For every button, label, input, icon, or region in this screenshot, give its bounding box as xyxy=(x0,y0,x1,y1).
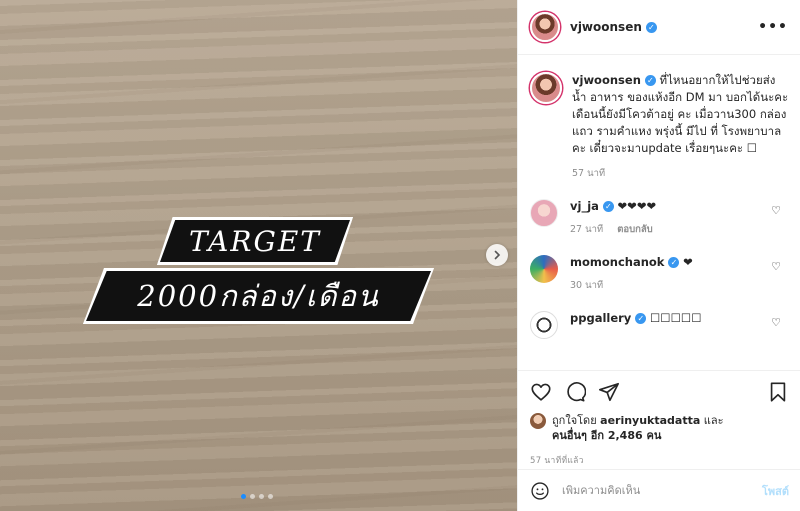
post-comment-button[interactable]: โพสต์ xyxy=(762,482,789,500)
post-actions: ถูกใจโดย aerinyuktadatta และ คนอื่นๆ อีก… xyxy=(518,370,800,467)
author-avatar[interactable] xyxy=(530,12,560,42)
carousel-dot xyxy=(268,494,273,499)
liker-avatar[interactable] xyxy=(530,413,546,429)
comments-list[interactable]: vjwoonsen ✓ ที่ไหนอยากให้ไปช่วยส่ง น้ำ อา… xyxy=(518,56,800,370)
add-comment-bar: โพสต์ xyxy=(518,469,800,511)
post-header: vjwoonsen ✓ ••• xyxy=(518,0,800,55)
liked-by-and: และ xyxy=(703,414,724,427)
comment-item: ppgallery ✓ ☐☐☐☐☐ ♡ xyxy=(530,310,789,339)
like-comment-heart-icon[interactable]: ♡ xyxy=(771,316,781,329)
comment-icon[interactable] xyxy=(564,381,586,403)
commenter-username[interactable]: ppgallery xyxy=(570,311,631,325)
banner-goal: 2000กล่อง/เดือน xyxy=(86,271,431,321)
carousel-indicator xyxy=(241,494,273,499)
comment-text: ☐☐☐☐☐ xyxy=(649,311,702,325)
verified-badge-icon: ✓ xyxy=(668,257,680,268)
likes-summary: ถูกใจโดย aerinyuktadatta และ คนอื่นๆ อีก… xyxy=(530,413,789,443)
commenter-avatar[interactable] xyxy=(530,255,558,283)
carousel-dot xyxy=(250,494,255,499)
commenter-avatar[interactable] xyxy=(530,199,558,227)
comment-item: vj_ja ✓ ❤❤❤❤ 27 นาที ตอบกลับ ♡ xyxy=(530,198,789,238)
comment-time: 30 นาที xyxy=(570,280,604,291)
like-comment-heart-icon[interactable]: ♡ xyxy=(771,260,781,273)
comment-time: 27 นาที xyxy=(570,224,604,235)
next-slide-button[interactable] xyxy=(486,244,508,266)
share-icon[interactable] xyxy=(598,381,620,403)
caption-username[interactable]: vjwoonsen xyxy=(572,73,641,87)
more-options-button[interactable]: ••• xyxy=(758,19,788,35)
verified-badge-icon: ✓ xyxy=(602,201,614,212)
comment-input[interactable] xyxy=(562,484,762,497)
banner-target: TARGET xyxy=(160,220,350,262)
comment-text: ❤❤❤❤ xyxy=(617,199,657,213)
comment-item: momonchanok ✓ ❤ 30 นาที ♡ xyxy=(530,254,789,294)
reply-button[interactable]: ตอบกลับ xyxy=(617,222,653,238)
author-username[interactable]: vjwoonsen xyxy=(570,20,642,34)
comment-text: ❤ xyxy=(683,255,693,269)
liked-by-prefix: ถูกใจโดย xyxy=(552,414,597,427)
verified-badge-icon: ✓ xyxy=(645,21,657,33)
post-image[interactable]: TARGET 2000กล่อง/เดือน xyxy=(0,0,517,511)
commenter-username[interactable]: vj_ja xyxy=(570,199,599,213)
carousel-dot-active xyxy=(241,494,246,499)
others-count-link[interactable]: คนอื่นๆ อีก 2,486 คน xyxy=(552,429,661,442)
liker-username[interactable]: aerinyuktadatta xyxy=(600,414,700,427)
like-comment-heart-icon[interactable]: ♡ xyxy=(771,204,781,217)
emoji-icon[interactable] xyxy=(530,481,550,501)
bookmark-icon[interactable] xyxy=(767,381,789,403)
chevron-right-icon xyxy=(494,250,501,260)
post-timestamp: 57 นาทีที่แล้ว xyxy=(530,456,584,466)
verified-badge-icon: ✓ xyxy=(644,75,656,86)
instagram-post-window: TARGET 2000กล่อง/เดือน vjwoonsen ✓ ••• v… xyxy=(0,0,800,511)
commenter-avatar[interactable] xyxy=(530,311,558,339)
heart-icon[interactable] xyxy=(530,381,552,403)
verified-badge-icon: ✓ xyxy=(635,313,647,324)
caption-time: 57 นาที xyxy=(572,168,606,179)
post-caption: vjwoonsen ✓ ที่ไหนอยากให้ไปช่วยส่ง น้ำ อา… xyxy=(530,56,789,182)
caption-avatar[interactable] xyxy=(530,72,562,104)
commenter-username[interactable]: momonchanok xyxy=(570,255,664,269)
post-side-panel: vjwoonsen ✓ ••• vjwoonsen ✓ ที่ไหนอยากให้… xyxy=(517,0,800,511)
carousel-dot xyxy=(259,494,264,499)
